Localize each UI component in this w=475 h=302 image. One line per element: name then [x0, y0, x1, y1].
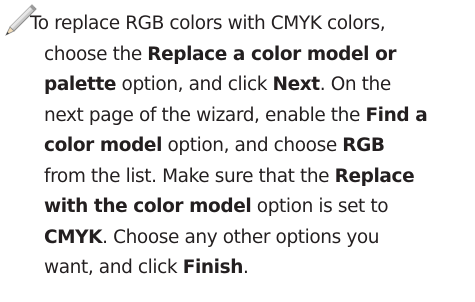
- note-line: with the color model option is set to: [44, 192, 474, 223]
- note-line: palette option, and click Next. On the: [44, 70, 474, 101]
- note-bold-term: Finish: [182, 257, 244, 278]
- note-line: CMYK. Choose any other options you: [44, 223, 474, 254]
- note-text-run: To replace RGB colors with CMYK colors,: [30, 13, 386, 34]
- note-line: color model option, and choose RGB: [44, 131, 474, 162]
- note-text-run: next page of the wizard, enable the: [44, 104, 366, 126]
- note-line: from the list. Make sure that the Replac…: [44, 162, 474, 193]
- note-line: next page of the wizard, enable the Find…: [44, 101, 474, 132]
- note-bold-term: Find a: [365, 104, 428, 126]
- note-text-run: . On the: [319, 74, 391, 95]
- note-bold-term: Replace a color model or: [147, 43, 397, 65]
- note-text-run: option, and choose: [162, 135, 343, 156]
- note-text-run: from the list. Make sure that the: [44, 165, 335, 187]
- note-text-run: .: [243, 257, 249, 278]
- note-text: To replace RGB colors with CMYK colors, c…: [30, 9, 474, 284]
- tip-note: To replace RGB colors with CMYK colors, c…: [0, 0, 475, 302]
- note-text-run: option is set to: [251, 196, 389, 217]
- note-bold-term: CMYK: [44, 226, 103, 248]
- note-bold-term: with the color model: [44, 196, 252, 217]
- note-line: choose the Replace a color model or: [44, 40, 474, 71]
- note-text-run: choose the: [44, 43, 148, 65]
- note-text-run: option, and click: [116, 74, 273, 95]
- note-line: To replace RGB colors with CMYK colors,: [30, 9, 460, 40]
- note-bold-term: color model: [44, 135, 163, 156]
- note-bold-term: Replace: [334, 165, 415, 187]
- note-bold-term: RGB: [342, 135, 385, 156]
- note-text-run: . Choose any other options you: [102, 226, 380, 248]
- note-bold-term: palette: [44, 74, 117, 95]
- note-text-run: want, and click: [44, 257, 183, 278]
- note-line: want, and click Finish.: [44, 253, 474, 284]
- note-bold-term: Next: [272, 74, 321, 95]
